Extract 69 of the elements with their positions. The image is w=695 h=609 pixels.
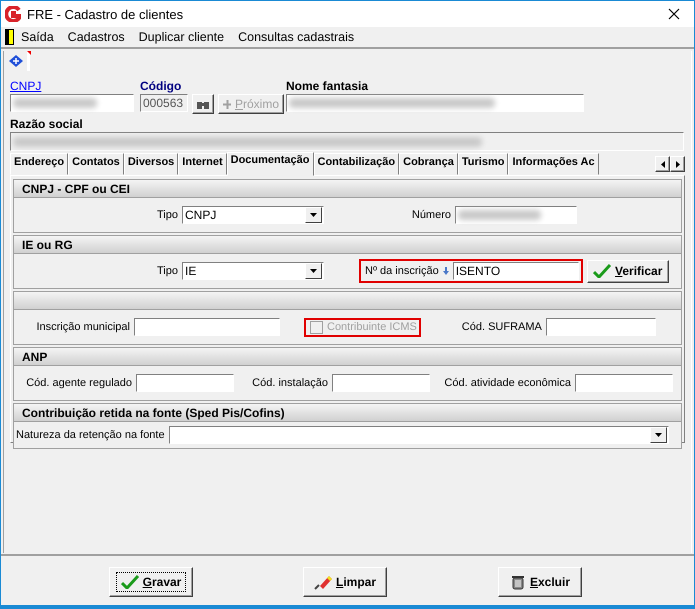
tab[interactable]: Endereço — [10, 153, 68, 175]
action-button[interactable]: Gravar — [109, 567, 193, 597]
text-field[interactable] — [332, 374, 430, 392]
cnpj-field[interactable] — [10, 94, 134, 112]
text-field[interactable] — [134, 318, 280, 336]
flag-icon — [26, 51, 31, 71]
dropdown-field[interactable] — [168, 426, 669, 444]
tab[interactable]: Diversos — [124, 153, 178, 175]
field-label: Nome fantasia — [286, 79, 370, 94]
trash-icon — [510, 574, 526, 590]
dropdown-button[interactable] — [305, 207, 322, 223]
dropdown-field[interactable]: IE — [182, 262, 324, 280]
field-label: Tipo — [156, 209, 178, 221]
scroll-right-icon[interactable] — [670, 156, 685, 172]
field-label: Cód. instalação — [251, 377, 328, 389]
section-title: Contribuição retida na fonte (Sped Pis/Cofins) — [22, 406, 285, 420]
code-field: 000563 — [140, 94, 188, 112]
verify-button[interactable]: Verificar — [586, 260, 669, 282]
field-label: Cód. agente regulado — [25, 377, 132, 389]
dropdown-field[interactable]: CNPJ — [182, 206, 324, 224]
text-field[interactable] — [575, 374, 673, 392]
plus-icon — [223, 100, 231, 108]
diamond-icon[interactable] — [8, 54, 24, 68]
tab[interactable]: Informações Ac — [508, 153, 599, 175]
text-field[interactable] — [546, 318, 656, 336]
check-icon — [120, 575, 139, 589]
window-title: FRE - Cadastro de clientes — [27, 6, 184, 22]
field-label: Número — [410, 209, 451, 221]
menu-item[interactable]: Consultas cadastrais — [231, 30, 362, 44]
menu-item[interactable]: Saída — [14, 30, 61, 44]
section-title: ANP — [22, 350, 48, 364]
action-button[interactable]: Limpar — [303, 567, 387, 597]
caret-icon — [310, 269, 317, 273]
menu-item[interactable]: Cadastros — [60, 30, 132, 44]
tab[interactable]: Contabilização — [314, 153, 400, 175]
field-label: Cód. atividade econômica — [443, 377, 571, 389]
field-label: Nº da inscrição — [365, 265, 439, 277]
tab[interactable]: Turismo — [458, 153, 508, 175]
field-label: Natureza da retenção na fonte — [16, 429, 165, 441]
menu-item[interactable]: Duplicar cliente — [132, 30, 232, 44]
action-button[interactable]: Excluir — [498, 567, 582, 597]
dropdown-button[interactable] — [650, 427, 667, 443]
tab[interactable]: Documentação — [226, 152, 314, 176]
eraser-icon — [314, 574, 332, 590]
caret-icon — [310, 213, 317, 217]
cnpj-link[interactable]: CNPJ — [10, 79, 42, 93]
text-field[interactable] — [136, 374, 234, 392]
section-title: IE ou RG — [22, 238, 73, 252]
tab[interactable]: Internet — [178, 153, 227, 175]
field-label: Cód. SUFRAMA — [460, 321, 542, 333]
field-label: Inscrição municipal — [35, 321, 130, 333]
text-field[interactable]: ISENTO — [452, 262, 579, 280]
tab[interactable]: Contatos — [68, 153, 124, 175]
app-logo-icon — [5, 6, 21, 22]
search-button[interactable] — [192, 94, 214, 114]
door-icon — [5, 29, 14, 45]
field-label: Tipo — [156, 265, 178, 277]
tab[interactable]: Cobrança — [399, 153, 458, 175]
caret-icon — [655, 433, 662, 437]
field-label: Código — [140, 79, 182, 94]
dropdown-button[interactable] — [305, 263, 322, 279]
check-icon — [593, 264, 612, 278]
name-field[interactable] — [286, 94, 584, 112]
section-title: CNPJ - CPF ou CEI — [22, 182, 130, 196]
field-label: Razão social — [10, 117, 84, 132]
scroll-left-icon[interactable] — [655, 156, 670, 172]
text-field[interactable] — [455, 206, 577, 224]
close-icon[interactable] — [668, 8, 680, 20]
binoculars-icon — [197, 99, 209, 109]
